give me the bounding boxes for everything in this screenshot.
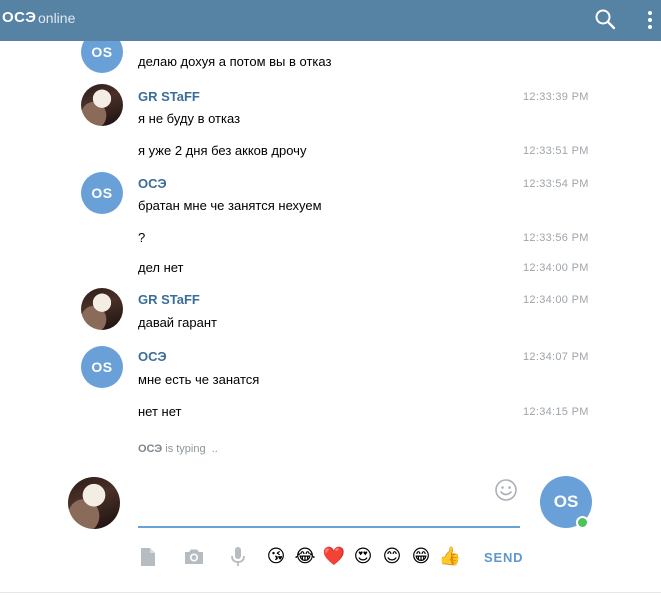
chat-title[interactable]: ОСЭ — [2, 9, 36, 26]
online-indicator — [576, 516, 589, 529]
message-text: я уже 2 дня без акков дрочу — [138, 143, 307, 158]
message-time: 12:34:15 PM — [523, 406, 589, 418]
message-text: нет нет — [138, 404, 182, 419]
message-time: 12:34:00 PM — [523, 294, 589, 306]
message-text: дел нет — [138, 260, 184, 275]
avatar[interactable]: OS — [81, 41, 123, 73]
message-time: 12:33:39 PM — [523, 91, 589, 103]
message-author[interactable]: GR STaFF — [138, 292, 200, 307]
emoji-smile-icon[interactable] — [494, 478, 518, 502]
avatar[interactable] — [81, 84, 123, 126]
message-input[interactable] — [138, 476, 520, 528]
search-icon[interactable] — [594, 8, 616, 30]
message-text: делаю дохуя а потом вы в отказ — [138, 54, 332, 69]
message-text: ? — [138, 230, 146, 245]
avatar[interactable] — [81, 288, 123, 330]
message-text: мне есть че занатся — [138, 372, 260, 387]
emoji-kiss-icon[interactable]: 😘 — [264, 545, 288, 569]
message-time: 12:33:56 PM — [523, 232, 589, 244]
emoji-heart-icon[interactable]: ❤️ — [322, 545, 346, 569]
message-text: братан мне че занятся нехуем — [138, 198, 322, 213]
typing-name: ОСЭ — [138, 443, 163, 455]
message-author[interactable]: GR STaFF — [138, 89, 200, 104]
emoji-smile-blush-icon[interactable]: 😊 — [380, 545, 404, 569]
message-text: давай гарант — [138, 315, 217, 330]
my-avatar[interactable] — [68, 477, 120, 529]
emoji-grin-icon[interactable]: 😁 — [409, 545, 433, 569]
message-text: я не буду в отказ — [138, 111, 241, 126]
camera-icon[interactable] — [182, 545, 206, 569]
emoji-laugh-icon[interactable]: 😂 — [293, 545, 317, 569]
file-icon[interactable] — [136, 545, 160, 569]
chat-header: ОСЭ online — [0, 0, 661, 41]
typing-indicator: ОСЭ is typing .. — [138, 443, 218, 455]
peer-status: online — [38, 10, 76, 26]
message-list[interactable]: OS делаю дохуя а потом вы в отказ GR STa… — [0, 41, 661, 463]
message-time: 12:34:00 PM — [523, 262, 589, 274]
message-time: 12:33:54 PM — [523, 178, 589, 190]
emoji-heart-eyes-icon[interactable]: 😍 — [351, 545, 375, 569]
more-vertical-icon[interactable] — [644, 9, 656, 31]
typing-text: is typing — [165, 443, 206, 455]
microphone-icon[interactable] — [226, 545, 250, 569]
typing-dots: .. — [211, 443, 218, 455]
message-time: 12:33:51 PM — [523, 145, 589, 157]
message-time: 12:34:07 PM — [523, 351, 589, 363]
avatar[interactable]: OS — [81, 172, 123, 214]
message-author[interactable]: ОСЭ — [138, 176, 167, 191]
avatar[interactable]: OS — [81, 346, 123, 388]
divider — [0, 592, 661, 593]
emoji-thumbs-up-icon[interactable]: 👍 — [438, 545, 462, 569]
message-author[interactable]: ОСЭ — [138, 349, 167, 364]
send-button[interactable]: SEND — [484, 550, 523, 565]
